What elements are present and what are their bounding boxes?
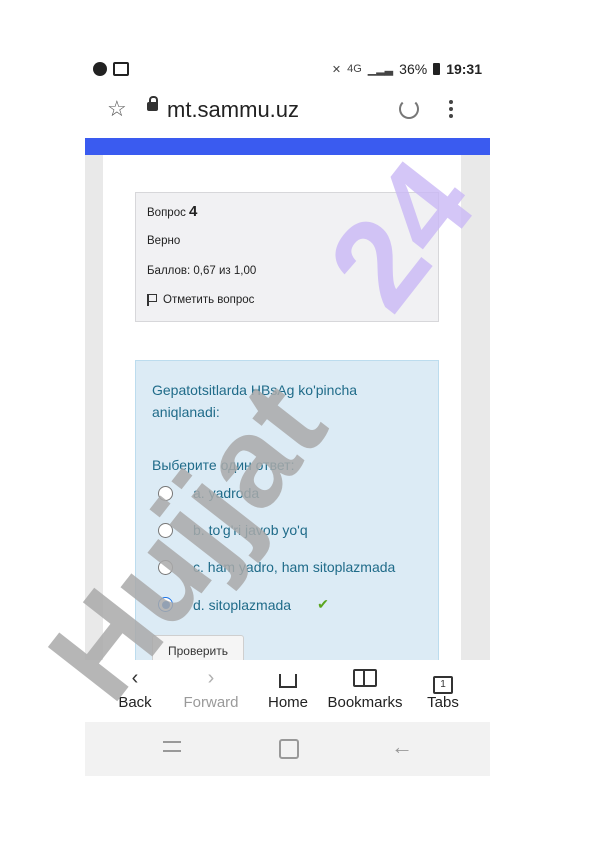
radio-d[interactable] bbox=[158, 597, 173, 612]
nav-home-label: Home bbox=[267, 694, 308, 711]
question-number: Вопрос 4 bbox=[147, 203, 197, 220]
phone-screen: ✕ 4G ▁▂▃ 36% 19:31 ☆ mt.sammu.uz Вопрос … bbox=[85, 58, 490, 776]
nav-forward[interactable]: › Forward bbox=[171, 666, 251, 711]
flag-question-link[interactable]: Отметить вопрос bbox=[147, 294, 254, 306]
nav-forward-label: Forward bbox=[183, 694, 239, 711]
url-text[interactable]: mt.sammu.uz bbox=[167, 97, 299, 123]
question-info-panel: Вопрос 4 Верно Баллов: 0,67 из 1,00 Отме… bbox=[135, 192, 439, 322]
forward-icon: › bbox=[207, 667, 215, 689]
bookmarks-icon bbox=[325, 666, 405, 690]
flag-icon bbox=[147, 294, 157, 306]
nav-back[interactable]: ‹ Back bbox=[95, 666, 175, 711]
flag-question-label: Отметить вопрос bbox=[163, 294, 255, 306]
clock: 19:31 bbox=[446, 61, 482, 77]
status-right: ✕ 4G ▁▂▃ 36% 19:31 bbox=[332, 61, 482, 77]
answer-label-d: d. sitoplazmada bbox=[193, 596, 292, 613]
question-number-value: 4 bbox=[189, 203, 198, 220]
answer-option-d[interactable]: d. sitoplazmada ✔ bbox=[158, 596, 329, 613]
answer-prompt: Выберите один ответ: bbox=[152, 457, 295, 473]
nav-back-label: Back bbox=[118, 694, 152, 711]
nav-tabs-label: Tabs bbox=[427, 694, 459, 711]
battery-icon bbox=[433, 63, 441, 75]
answer-option-b[interactable]: b. to'g'ri javob yo'q bbox=[158, 522, 308, 538]
system-nav-bar: ← bbox=[85, 722, 490, 776]
answer-label-c: c. ham yadro, ham sitoplazmada bbox=[193, 559, 396, 575]
answer-label-a: a. yadroda bbox=[193, 485, 260, 501]
mute-icon: ✕ bbox=[331, 63, 342, 76]
radio-a[interactable] bbox=[158, 485, 173, 501]
more-menu-icon[interactable] bbox=[449, 100, 453, 121]
address-bar: ☆ mt.sammu.uz bbox=[85, 88, 490, 136]
answer-option-c[interactable]: c. ham yadro, ham sitoplazmada bbox=[158, 559, 395, 575]
nav-home[interactable]: Home bbox=[248, 666, 328, 711]
question-score: Баллов: 0,67 из 1,00 bbox=[147, 265, 257, 277]
recent-apps-icon[interactable] bbox=[163, 741, 183, 755]
question-box: Gepatotsitlarda HBsAg ko'pincha aniqlana… bbox=[135, 360, 439, 667]
radio-c[interactable] bbox=[158, 559, 173, 575]
question-state: Верно bbox=[147, 235, 181, 247]
answer-label-b: b. to'g'ri javob yo'q bbox=[193, 522, 308, 538]
radio-b[interactable] bbox=[158, 522, 173, 538]
status-left-icons bbox=[93, 62, 129, 76]
bookmark-star-icon[interactable]: ☆ bbox=[107, 96, 127, 122]
page-content: Вопрос 4 Верно Баллов: 0,67 из 1,00 Отме… bbox=[103, 155, 461, 667]
nav-tabs[interactable]: 1 Tabs bbox=[403, 666, 483, 711]
status-bar: ✕ 4G ▁▂▃ 36% 19:31 bbox=[85, 58, 490, 82]
tabs-icon: 1 bbox=[403, 666, 483, 694]
notification-icon bbox=[93, 62, 107, 76]
lock-icon bbox=[147, 96, 158, 111]
network-type: 4G bbox=[347, 63, 362, 75]
back-icon: ‹ bbox=[131, 667, 139, 689]
page-background: Вопрос 4 Верно Баллов: 0,67 из 1,00 Отме… bbox=[85, 155, 490, 667]
home-icon bbox=[248, 666, 328, 690]
gallery-icon bbox=[113, 62, 129, 76]
system-home-icon[interactable] bbox=[279, 739, 299, 759]
answer-option-a[interactable]: a. yadroda bbox=[158, 485, 259, 501]
system-back-icon[interactable]: ← bbox=[391, 734, 413, 760]
question-label: Вопрос bbox=[147, 207, 186, 219]
signal-icon: ▁▂▃ bbox=[367, 63, 394, 76]
battery-percent: 36% bbox=[399, 61, 428, 77]
nav-bookmarks[interactable]: Bookmarks bbox=[325, 666, 405, 711]
nav-bookmarks-label: Bookmarks bbox=[327, 694, 403, 711]
browser-bottom-nav: ‹ Back › Forward Home Bookmarks 1 Tabs bbox=[85, 660, 490, 722]
correct-check-icon: ✔ bbox=[317, 596, 329, 612]
site-header-bar bbox=[85, 138, 490, 155]
reload-icon[interactable] bbox=[399, 99, 419, 119]
question-text: Gepatotsitlarda HBsAg ko'pincha aniqlana… bbox=[152, 382, 358, 420]
